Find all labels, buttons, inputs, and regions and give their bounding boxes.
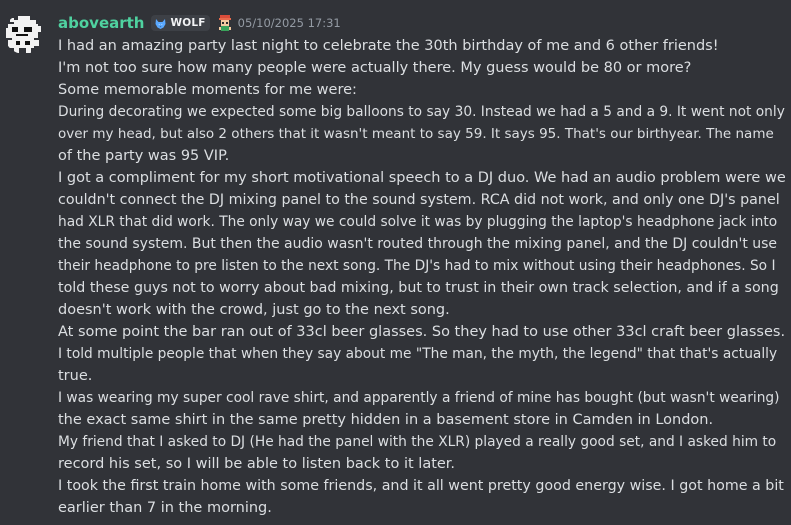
wolf-icon bbox=[155, 18, 166, 29]
message-content: I had an amazing party last night to cel… bbox=[58, 35, 786, 519]
chat-message: abovearth WOLF 05/10/2025 17:31 I had an… bbox=[0, 0, 791, 525]
username[interactable]: abovearth bbox=[58, 13, 144, 33]
message-line: My friend that I asked to DJ (He had the… bbox=[58, 434, 777, 450]
message-line: doesn't work with the crowd, just go to … bbox=[58, 302, 450, 318]
server-tag-label: WOLF bbox=[170, 17, 206, 29]
message-header: abovearth WOLF 05/10/2025 17:31 bbox=[58, 13, 341, 33]
message-timestamp: 05/10/2025 17:31 bbox=[237, 16, 341, 30]
message-line: I'm not too sure how many people were ac… bbox=[58, 60, 692, 76]
message-line: I was wearing my super cool rave shirt, … bbox=[58, 390, 780, 406]
message-line: I told multiple people that when they sa… bbox=[58, 346, 778, 362]
message-line: of the party was 95 VIP. bbox=[58, 148, 230, 164]
message-line: Some memorable moments for me were: bbox=[58, 82, 357, 98]
message-line: over my head, but also 2 others that it … bbox=[58, 126, 774, 142]
character-badge-icon[interactable] bbox=[216, 14, 234, 32]
message-line: I took the first train home with some fr… bbox=[58, 478, 784, 494]
pixel-robot-avatar-icon bbox=[4, 14, 44, 54]
message-line: I had an amazing party last night to cel… bbox=[58, 38, 719, 54]
message-line: I got a compliment for my short motivati… bbox=[58, 170, 786, 186]
message-line: earlier than 7 in the morning. bbox=[58, 500, 272, 516]
user-avatar[interactable] bbox=[4, 14, 44, 54]
message-line: the sound system. But then the audio was… bbox=[58, 236, 778, 252]
message-line: told these guys not to worry about bad m… bbox=[58, 280, 779, 296]
message-line: At some point the bar ran out of 33cl be… bbox=[58, 324, 786, 340]
message-line: the exact same shirt in the same pretty … bbox=[58, 412, 714, 428]
message-line: couldn't connect the DJ mixing panel to … bbox=[58, 192, 780, 208]
message-line: had XLR that did work. The only way we c… bbox=[58, 214, 778, 230]
message-line: record his set, so I will be able to lis… bbox=[58, 456, 456, 472]
message-line: their headphone to pre listen to the nex… bbox=[58, 258, 776, 274]
server-tag[interactable]: WOLF bbox=[151, 15, 210, 31]
message-line: During decorating we expected some big b… bbox=[58, 104, 785, 120]
message-line: true. bbox=[58, 368, 93, 384]
